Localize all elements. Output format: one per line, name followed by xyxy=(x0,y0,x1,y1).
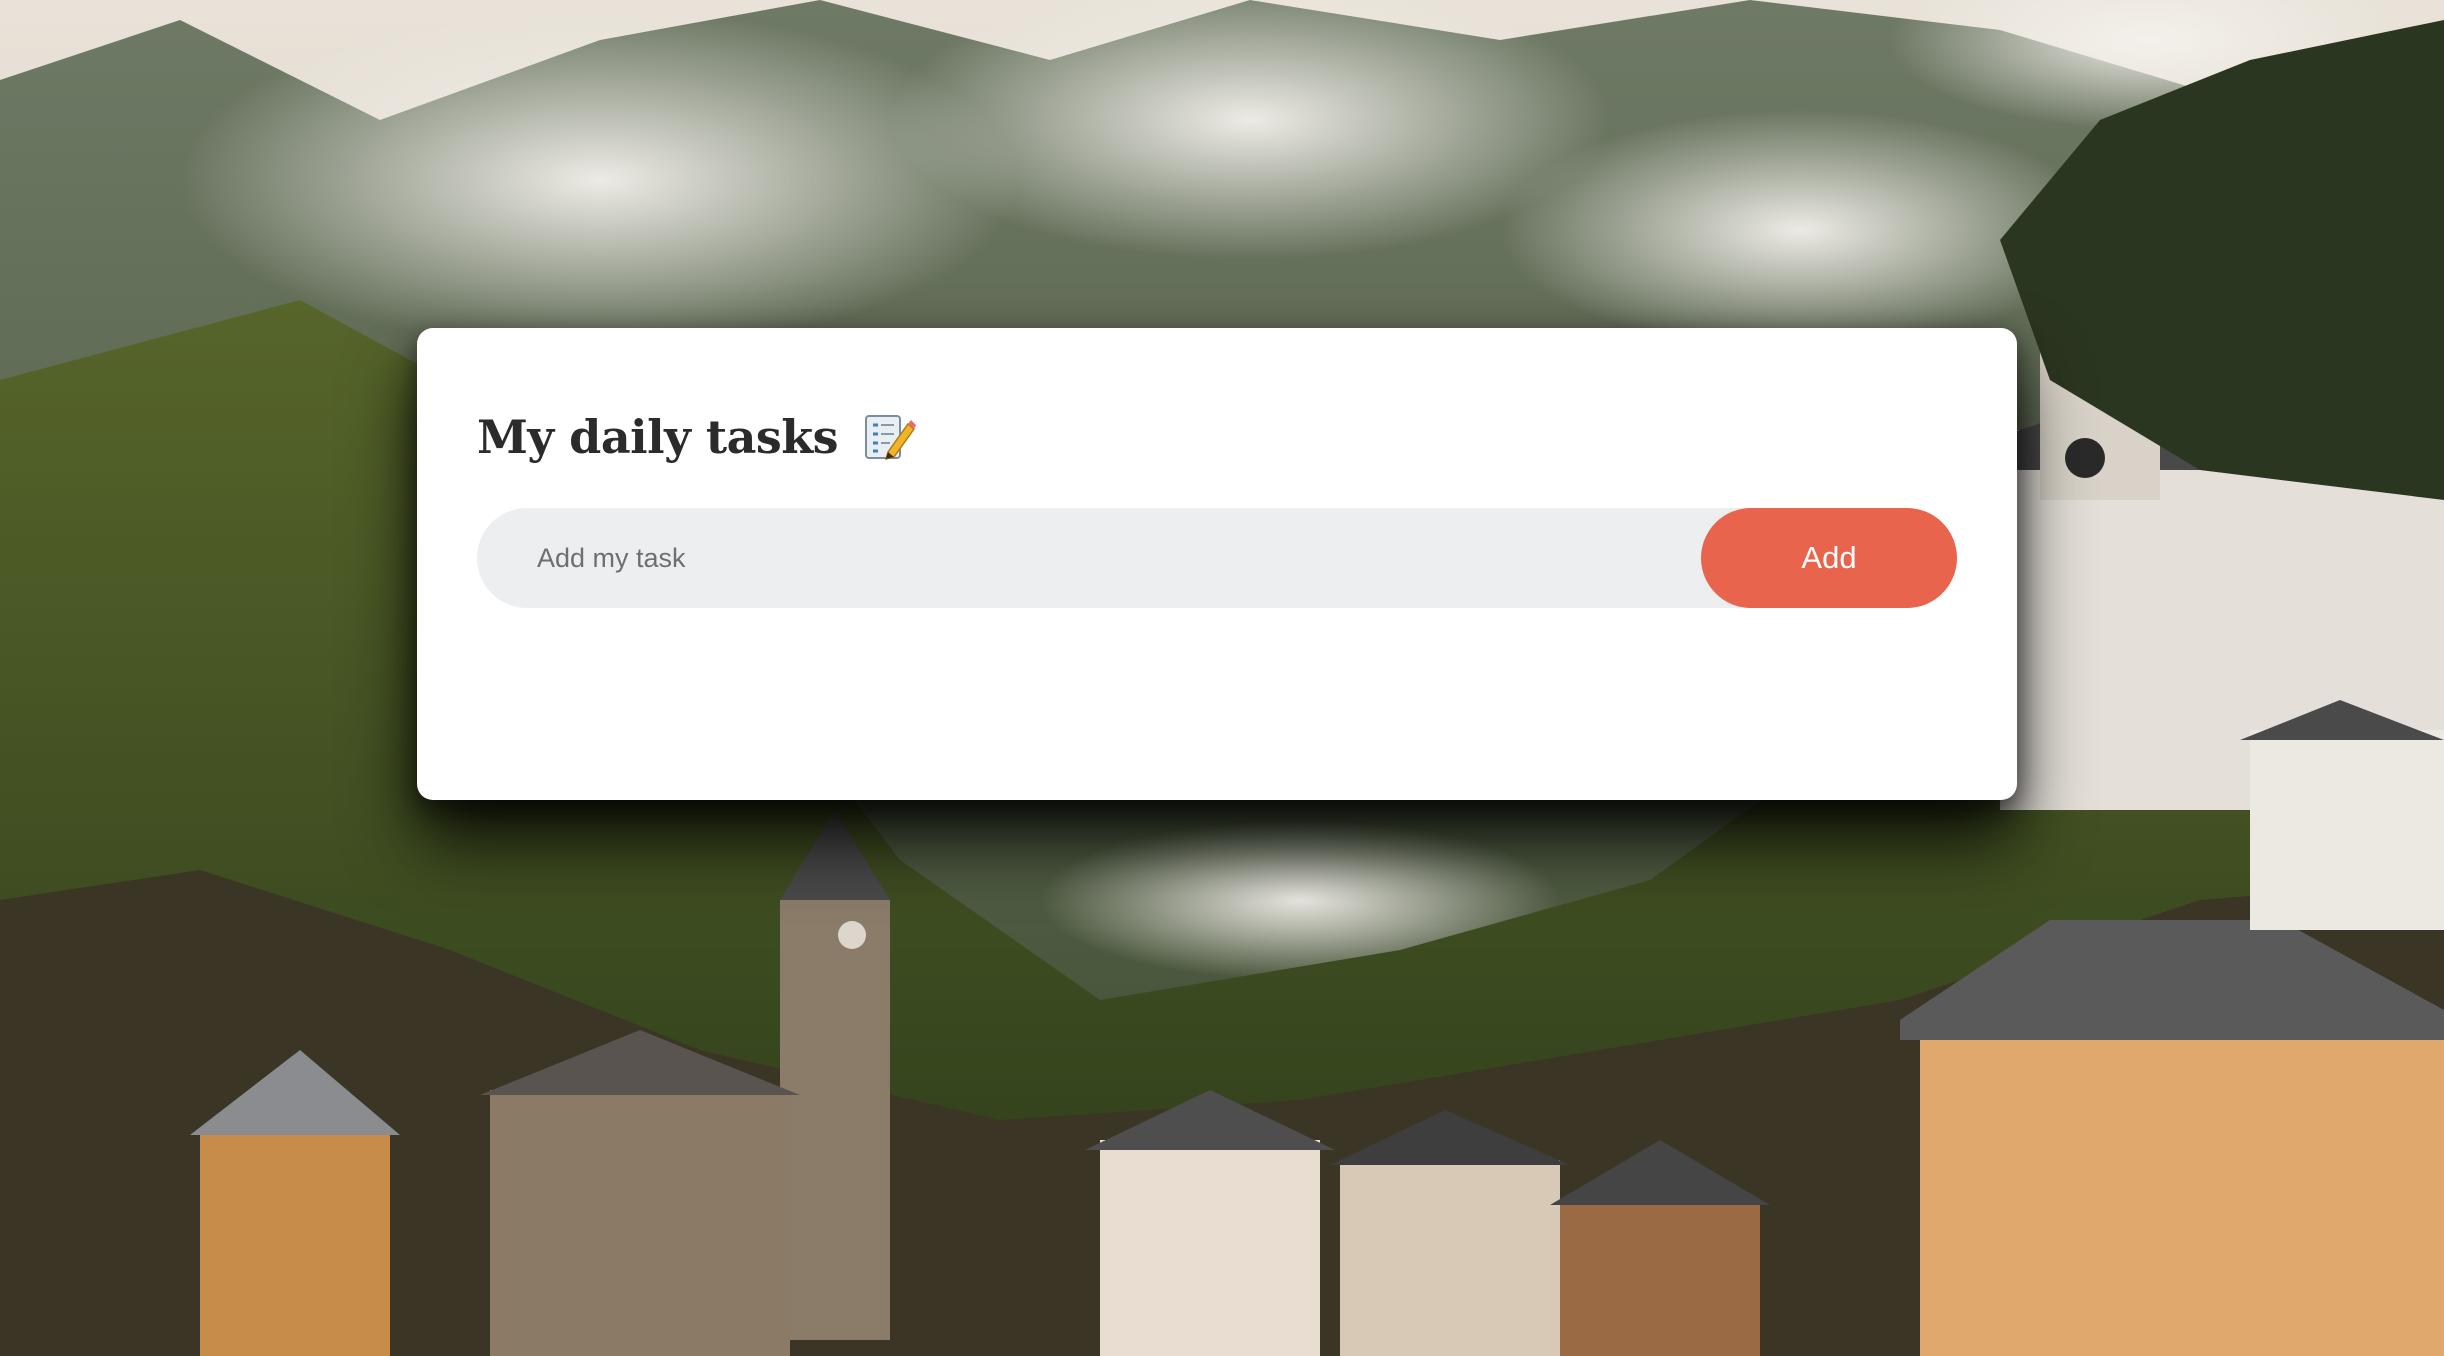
app-screen: My daily tasks Add xyxy=(0,0,2444,1356)
page-title: My daily tasks xyxy=(477,410,839,464)
title-row: My daily tasks xyxy=(477,410,917,464)
add-task-form: Add xyxy=(477,508,1957,608)
memo-icon xyxy=(864,412,917,462)
tasks-card: My daily tasks Add xyxy=(417,328,2017,800)
add-button[interactable]: Add xyxy=(1701,508,1957,608)
